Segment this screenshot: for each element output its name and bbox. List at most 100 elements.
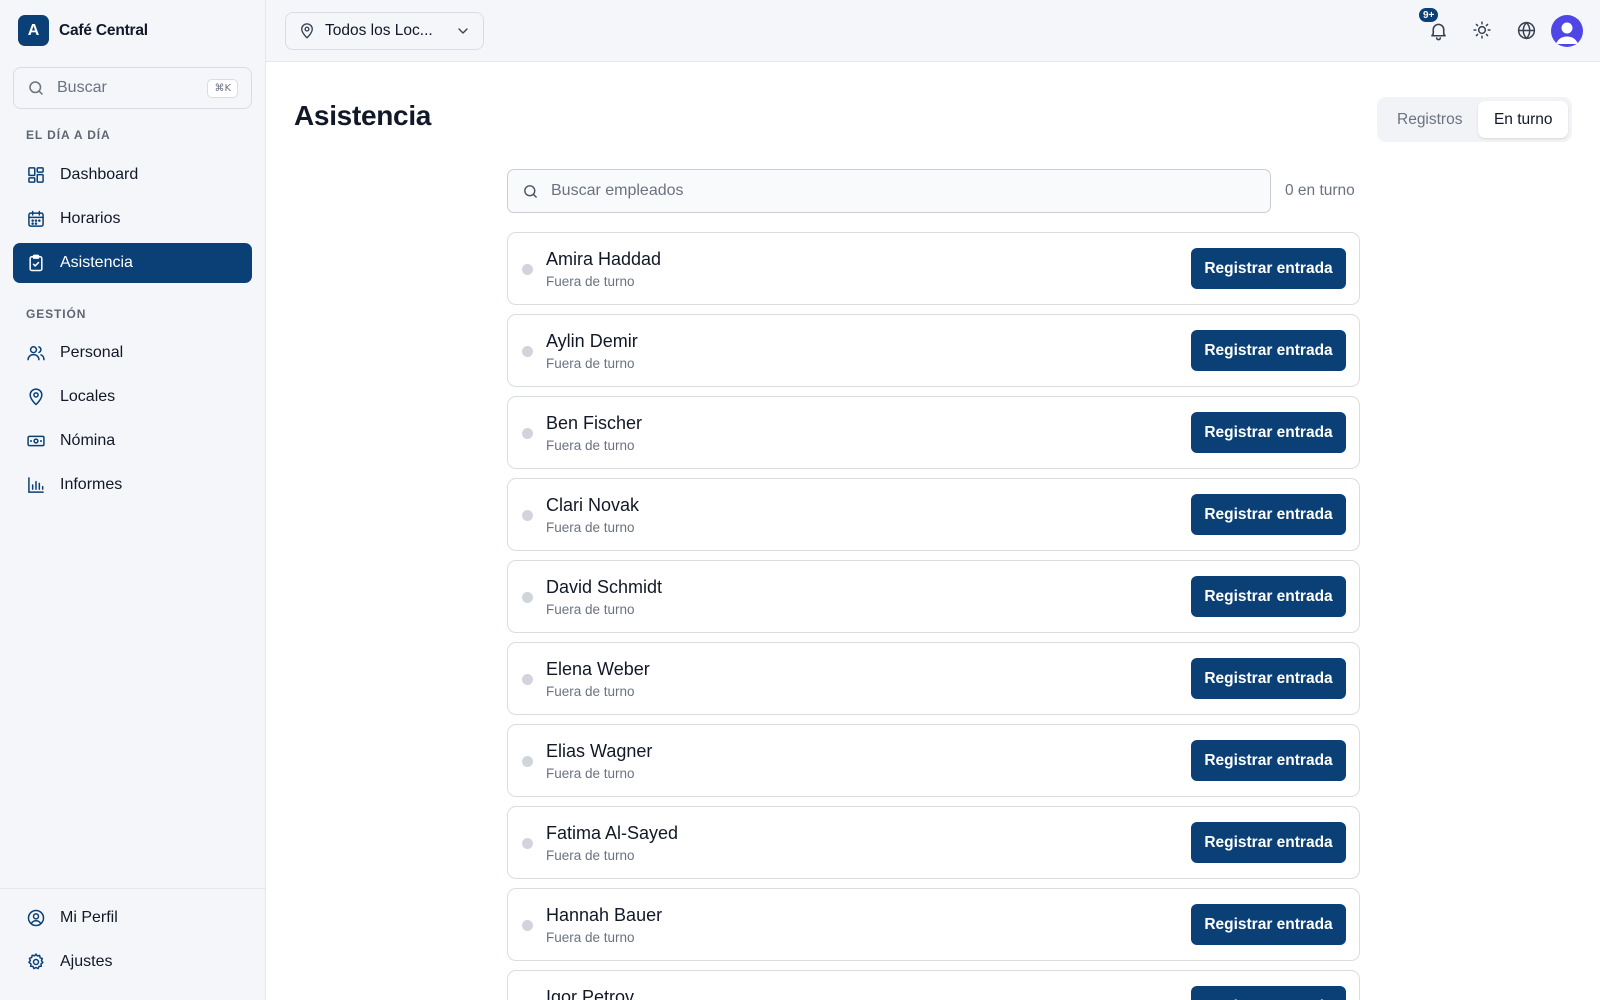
employee-card: Fatima Al-Sayed Fuera de turno Registrar e… <box>507 806 1360 879</box>
employee-status: Fuera de turno <box>546 766 635 781</box>
chevron-down-icon <box>458 28 468 34</box>
sidebar-item-label: Dashboard <box>60 166 139 183</box>
gear-icon <box>28 953 44 970</box>
employee-name: Fatima Al-Sayed <box>546 823 679 843</box>
clock-in-button[interactable]: Registrar entrada <box>1191 740 1346 781</box>
clock-in-button[interactable]: Registrar entrada <box>1191 494 1346 535</box>
employee-card: Ben Fischer Fuera de turno Registrar entra… <box>507 396 1360 469</box>
status-dot <box>522 264 533 275</box>
brand-name: Café Central <box>59 21 148 39</box>
employee-name: Igor Petrov <box>546 987 635 1000</box>
topbar: Todos los Loc... <box>266 0 1600 62</box>
clock-in-button[interactable]: Registrar entrada <box>1191 248 1346 289</box>
sidebar-item-label: Informes <box>60 476 123 493</box>
search-icon <box>524 184 537 198</box>
search-icon <box>29 81 43 95</box>
employee-name: Aylin Demir <box>546 331 638 351</box>
calendar-icon <box>28 210 44 227</box>
employee-name: Elias Wagner <box>546 741 653 761</box>
map-pin-icon <box>29 388 43 406</box>
clock-in-button[interactable]: Registrar entrada <box>1191 986 1346 1000</box>
banknote-icon <box>27 435 45 447</box>
sidebar-item-nomina[interactable]: Nómina <box>13 421 252 461</box>
bar-chart-icon <box>28 477 44 493</box>
employee-name: David Schmidt <box>546 577 663 597</box>
clock-in-button[interactable]: Registrar entrada <box>1191 330 1346 371</box>
clock-in-button[interactable]: Registrar entrada <box>1191 658 1346 699</box>
location-select-value: Todos los Loc... <box>325 22 433 39</box>
sidebar-item-ajustes[interactable]: Ajustes <box>13 942 252 982</box>
employee-name: Elena Weber <box>546 659 650 679</box>
tab-en-turno[interactable]: En turno <box>1478 101 1568 138</box>
location-select[interactable]: Todos los Loc... <box>285 12 484 50</box>
sun-icon <box>1473 21 1491 39</box>
sidebar-item-dashboard[interactable]: Dashboard <box>13 155 252 195</box>
employee-card: Aylin Demir Fuera de turno Registrar entra… <box>507 314 1360 387</box>
sidebar: A Café Central Buscar ⌘K EL DÍA A DÍA Da… <box>0 0 266 1000</box>
users-icon <box>27 346 45 361</box>
sidebar-item-locales[interactable]: Locales <box>13 377 252 417</box>
employee-card: Igor PetrovFuera de turnoRegistrar entra… <box>507 970 1360 1000</box>
tab-registros[interactable]: Registros <box>1381 101 1478 138</box>
employee-search-input[interactable] <box>551 182 1256 200</box>
section-label-daily: EL DÍA A DÍA <box>26 128 111 142</box>
brand[interactable]: A Café Central <box>18 15 148 46</box>
sidebar-item-label: Nómina <box>60 432 116 449</box>
theme-toggle-button[interactable] <box>1470 18 1494 42</box>
sidebar-item-label: Asistencia <box>60 254 133 271</box>
status-dot <box>522 756 533 767</box>
sidebar-item-label: Personal <box>60 344 124 361</box>
clock-in-button[interactable]: Registrar entrada <box>1191 822 1346 863</box>
language-button[interactable] <box>1514 18 1538 42</box>
employee-status: Fuera de turno <box>546 848 635 863</box>
clock-in-button[interactable]: Registrar entrada <box>1191 412 1346 453</box>
status-dot <box>522 428 533 439</box>
on-shift-count: 0 en turno <box>1285 182 1355 199</box>
employee-name: Clari Novak <box>546 495 640 515</box>
sidebar-item-label: Ajustes <box>60 953 113 970</box>
employee-status: Fuera de turno <box>546 520 635 535</box>
sidebar-item-personal[interactable]: Personal <box>13 333 252 373</box>
employee-card: Elias Wagner Fuera de turno Registrar entr… <box>507 724 1360 797</box>
globe-icon <box>1517 21 1535 39</box>
sidebar-item-label: Horarios <box>60 210 121 227</box>
employee-name: Hannah Bauer <box>546 905 663 925</box>
sidebar-item-mi-perfil[interactable]: Mi Perfil <box>13 898 252 938</box>
employee-name: Ben Fischer <box>546 413 643 433</box>
employee-search[interactable] <box>507 169 1271 213</box>
clock-in-button[interactable]: Registrar entrada <box>1191 904 1346 945</box>
sidebar-footer: Mi Perfil Ajustes <box>0 888 266 970</box>
employee-status: Fuera de turno <box>546 438 635 453</box>
section-label-manage: GESTIÓN <box>26 307 87 321</box>
status-dot <box>522 510 533 521</box>
map-pin-icon <box>301 23 313 39</box>
employee-status: Fuera de turno <box>546 274 635 289</box>
status-dot <box>522 346 533 357</box>
employee-status: Fuera de turno <box>546 356 635 371</box>
employee-card: Elena Weber Fuera de turno Registrar entra… <box>507 642 1360 715</box>
page-title: Asistencia <box>294 100 432 131</box>
employee-status: Fuera de turno <box>546 684 635 699</box>
employee-card: Amira Haddad Fuera de turno Registrar entr… <box>507 232 1360 305</box>
sidebar-search-placeholder: Buscar <box>57 79 107 96</box>
clock-in-button[interactable]: Registrar entrada <box>1191 576 1346 617</box>
clipboard-check-icon <box>29 254 43 272</box>
brand-logo: A <box>18 15 49 46</box>
user-circle-icon <box>27 909 45 927</box>
status-dot <box>522 592 533 603</box>
employee-card: Clari Novak Fuera de turno Registrar entra… <box>507 478 1360 551</box>
user-avatar-icon <box>1556 22 1578 44</box>
search-shortcut: ⌘K <box>207 78 238 98</box>
avatar[interactable] <box>1551 15 1583 47</box>
employee-status: Fuera de turno <box>546 602 635 617</box>
employee-status: Fuera de turno <box>546 930 635 945</box>
sidebar-item-asistencia[interactable]: Asistencia <box>13 243 252 283</box>
sidebar-item-label: Locales <box>60 388 116 405</box>
view-tabs: Registros En turno <box>1377 97 1572 142</box>
sidebar-item-horarios[interactable]: Horarios <box>13 199 252 239</box>
status-dot <box>522 838 533 849</box>
sidebar-item-informes[interactable]: Informes <box>13 465 252 505</box>
employee-card: David Schmidt Fuera de turno Registrar ent… <box>507 560 1360 633</box>
status-dot <box>522 920 533 931</box>
sidebar-search[interactable]: Buscar ⌘K <box>13 67 252 109</box>
